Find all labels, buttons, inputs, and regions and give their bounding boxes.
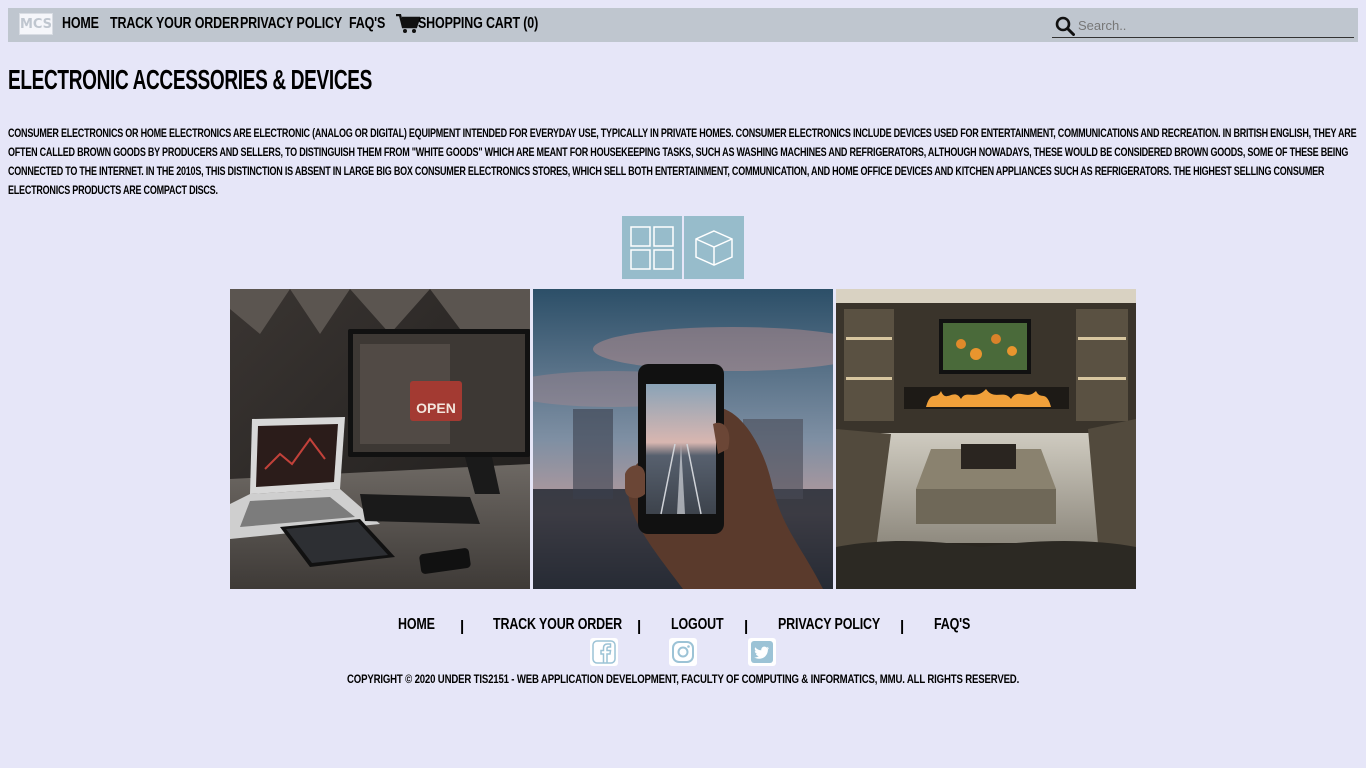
- nav-track-order-link[interactable]: TRACK YOUR ORDER: [110, 15, 239, 37]
- footer-track-order-link[interactable]: TRACK YOUR ORDER: [493, 616, 622, 634]
- footer-separator: |: [900, 618, 905, 635]
- footer-privacy-policy-link[interactable]: PRIVACY POLICY: [778, 616, 880, 634]
- 3d-box-view-icon: [695, 229, 733, 266]
- footer-separator: |: [460, 618, 465, 635]
- search-box: [1052, 13, 1354, 38]
- computers-photo: OPEN: [230, 289, 530, 589]
- cart-icon[interactable]: [396, 14, 420, 34]
- facebook-icon: [592, 640, 616, 664]
- footer-separator: |: [637, 618, 642, 635]
- instagram-link[interactable]: [669, 638, 697, 666]
- product-gallery: OPEN: [230, 289, 1136, 589]
- search-icon[interactable]: [1055, 16, 1075, 36]
- footer-faq-link[interactable]: FAQ'S: [934, 616, 970, 634]
- logo-text: MCS: [19, 16, 53, 32]
- view-toggle: [622, 216, 744, 279]
- footer-logout-link[interactable]: LOGOUT: [671, 616, 724, 634]
- 3d-view-button[interactable]: [684, 216, 744, 279]
- intro-text: CONSUMER ELECTRONICS OR HOME ELECTRONICS…: [8, 126, 1357, 197]
- nav-privacy-policy-link[interactable]: PRIVACY POLICY: [240, 15, 342, 37]
- grid-view-button[interactable]: [622, 216, 682, 279]
- nav-home-link[interactable]: HOME: [62, 15, 99, 37]
- footer-separator: |: [744, 618, 749, 635]
- gallery-photo-living-room[interactable]: [836, 289, 1136, 589]
- footer-nav: HOME | TRACK YOUR ORDER | LOGOUT | PRIVA…: [0, 616, 1366, 638]
- footer-home-link[interactable]: HOME: [398, 616, 435, 634]
- open-sign-text: OPEN: [416, 400, 456, 416]
- instagram-icon: [672, 641, 694, 663]
- gallery-photo-computers[interactable]: OPEN: [230, 289, 530, 589]
- page-title: ELECTRONIC ACCESSORIES & DEVICES: [8, 64, 372, 95]
- facebook-link[interactable]: [590, 638, 618, 666]
- twitter-link[interactable]: [748, 638, 776, 666]
- smartphone-photo: [533, 289, 833, 589]
- site-logo[interactable]: MCS: [19, 13, 53, 35]
- grid-view-icon: [630, 225, 674, 270]
- living-room-photo: [836, 289, 1136, 589]
- intro-paragraph: CONSUMER ELECTRONICS OR HOME ELECTRONICS…: [8, 124, 1358, 200]
- nav-shopping-cart-link[interactable]: SHOPPING CART (0): [418, 15, 538, 37]
- top-navbar: MCS HOME TRACK YOUR ORDER PRIVACY POLICY…: [8, 8, 1358, 42]
- nav-faq-link[interactable]: FAQ'S: [349, 15, 385, 37]
- gallery-photo-smartphone[interactable]: [533, 289, 833, 589]
- twitter-icon: [751, 641, 773, 663]
- copyright-label: COPYRIGHT © 2020 UNDER TIS2151 - WEB APP…: [346, 672, 1020, 686]
- search-input[interactable]: [1078, 15, 1348, 35]
- copyright-text: COPYRIGHT © 2020 UNDER TIS2151 - WEB APP…: [0, 672, 1366, 686]
